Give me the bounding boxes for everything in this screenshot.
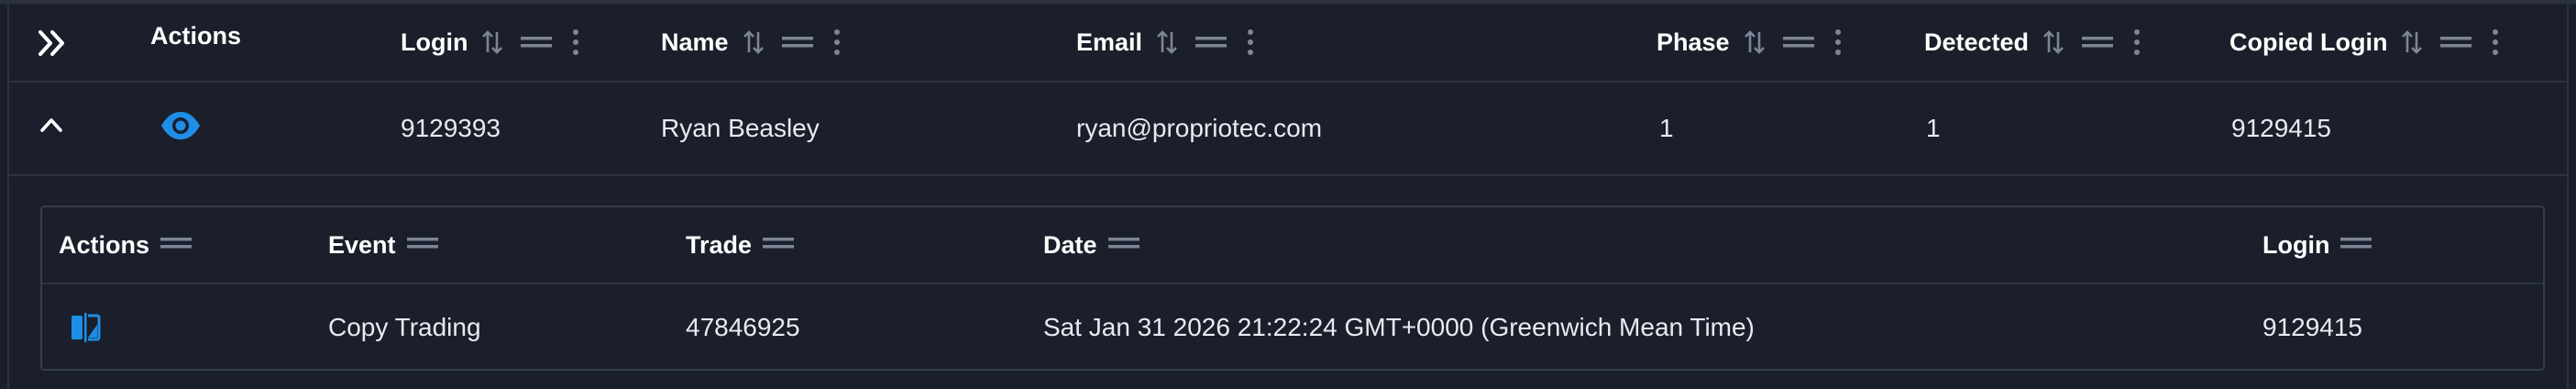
column-header-label: Date <box>1043 230 1097 259</box>
cell-event: Copy Trading <box>328 313 481 341</box>
cell-date: Sat Jan 31 2026 21:22:24 GMT+0000 (Green… <box>1043 313 1755 341</box>
column-header-actions: Actions <box>150 4 241 81</box>
cell-login: 9129393 <box>401 114 501 142</box>
drag-handle-icon[interactable] <box>160 236 193 255</box>
column-header-detected[interactable]: Detected <box>1924 4 2141 81</box>
kebab-icon[interactable] <box>1247 28 1254 56</box>
column-header-label: Email <box>1076 28 1143 56</box>
detail-table-header: Actions Event Trade Date Login <box>42 207 2543 284</box>
drag-handle-icon[interactable] <box>1195 35 1227 50</box>
column-header-label: Actions <box>150 22 242 50</box>
cell-detected: 1 <box>1926 114 1941 142</box>
cell-email: ryan@propriotec.com <box>1076 114 1323 142</box>
drag-handle-icon[interactable] <box>1782 35 1814 50</box>
cell-login: 9129415 <box>2262 313 2363 341</box>
detail-column-header-date[interactable]: Date <box>1043 207 1139 283</box>
column-header-label: Phase <box>1657 28 1730 56</box>
column-header-login[interactable]: Login <box>401 4 579 81</box>
kebab-icon[interactable] <box>833 28 841 56</box>
kebab-icon[interactable] <box>2133 28 2141 56</box>
detail-column-header-event[interactable]: Event <box>328 207 438 283</box>
collapse-row-button[interactable] <box>39 116 64 139</box>
column-header-name[interactable]: Name <box>661 4 841 81</box>
kebab-icon[interactable] <box>1834 28 1842 56</box>
detail-table-row[interactable]: Copy Trading 47846925 Sat Jan 31 2026 21… <box>42 284 2543 371</box>
column-header-copied-login[interactable]: Copied Login <box>2229 4 2499 81</box>
detail-column-header-trade[interactable]: Trade <box>686 207 795 283</box>
drag-handle-icon[interactable] <box>781 35 813 50</box>
sort-arrows-icon[interactable] <box>1155 28 1179 56</box>
detail-column-header-actions[interactable]: Actions <box>59 207 193 283</box>
view-button[interactable] <box>160 110 202 146</box>
column-header-label: Login <box>401 28 468 56</box>
column-header-label: Event <box>328 230 396 259</box>
eye-icon <box>161 112 200 139</box>
cell-copied-login: 9129415 <box>2231 114 2332 142</box>
drag-handle-icon[interactable] <box>763 236 795 255</box>
main-table-header: Actions Login Name Email Phase Detected … <box>9 4 2567 83</box>
cell-trade: 47846925 <box>686 313 800 341</box>
drag-handle-icon[interactable] <box>2082 35 2114 50</box>
table-row[interactable]: 9129393 Ryan Beasley ryan@propriotec.com… <box>9 83 2567 176</box>
kebab-icon[interactable] <box>572 28 579 56</box>
column-header-label: Name <box>661 28 729 56</box>
column-header-email[interactable]: Email <box>1076 4 1254 81</box>
chevron-up-icon <box>40 118 62 132</box>
cell-name: Ryan Beasley <box>661 114 820 142</box>
sort-arrows-icon[interactable] <box>480 28 504 56</box>
sort-arrows-icon[interactable] <box>2042 28 2065 56</box>
column-header-phase[interactable]: Phase <box>1657 4 1842 81</box>
drag-handle-icon[interactable] <box>2340 236 2372 255</box>
kebab-icon[interactable] <box>2492 28 2499 56</box>
sort-arrows-icon[interactable] <box>742 28 765 56</box>
column-header-label: Trade <box>686 230 753 259</box>
double-chevron-right-icon <box>39 30 64 56</box>
compare-button[interactable] <box>70 312 101 348</box>
sort-arrows-icon[interactable] <box>2400 28 2424 56</box>
column-header-label: Detected <box>1924 28 2030 56</box>
drag-handle-icon[interactable] <box>406 236 438 255</box>
cell-phase: 1 <box>1659 114 1674 142</box>
drag-handle-icon[interactable] <box>521 35 553 50</box>
column-header-label: Actions <box>59 230 150 259</box>
drag-handle-icon[interactable] <box>2440 35 2472 50</box>
detail-table: Actions Event Trade Date Login Copy Trad… <box>40 206 2545 371</box>
sort-arrows-icon[interactable] <box>1743 28 1767 56</box>
drag-handle-icon[interactable] <box>1107 236 1139 255</box>
column-header-label: Login <box>2262 230 2330 259</box>
column-header-label: Copied Login <box>2229 28 2388 56</box>
expand-all-button[interactable] <box>35 28 72 59</box>
detail-column-header-login[interactable]: Login <box>2262 207 2372 283</box>
compare-icon <box>72 313 101 342</box>
